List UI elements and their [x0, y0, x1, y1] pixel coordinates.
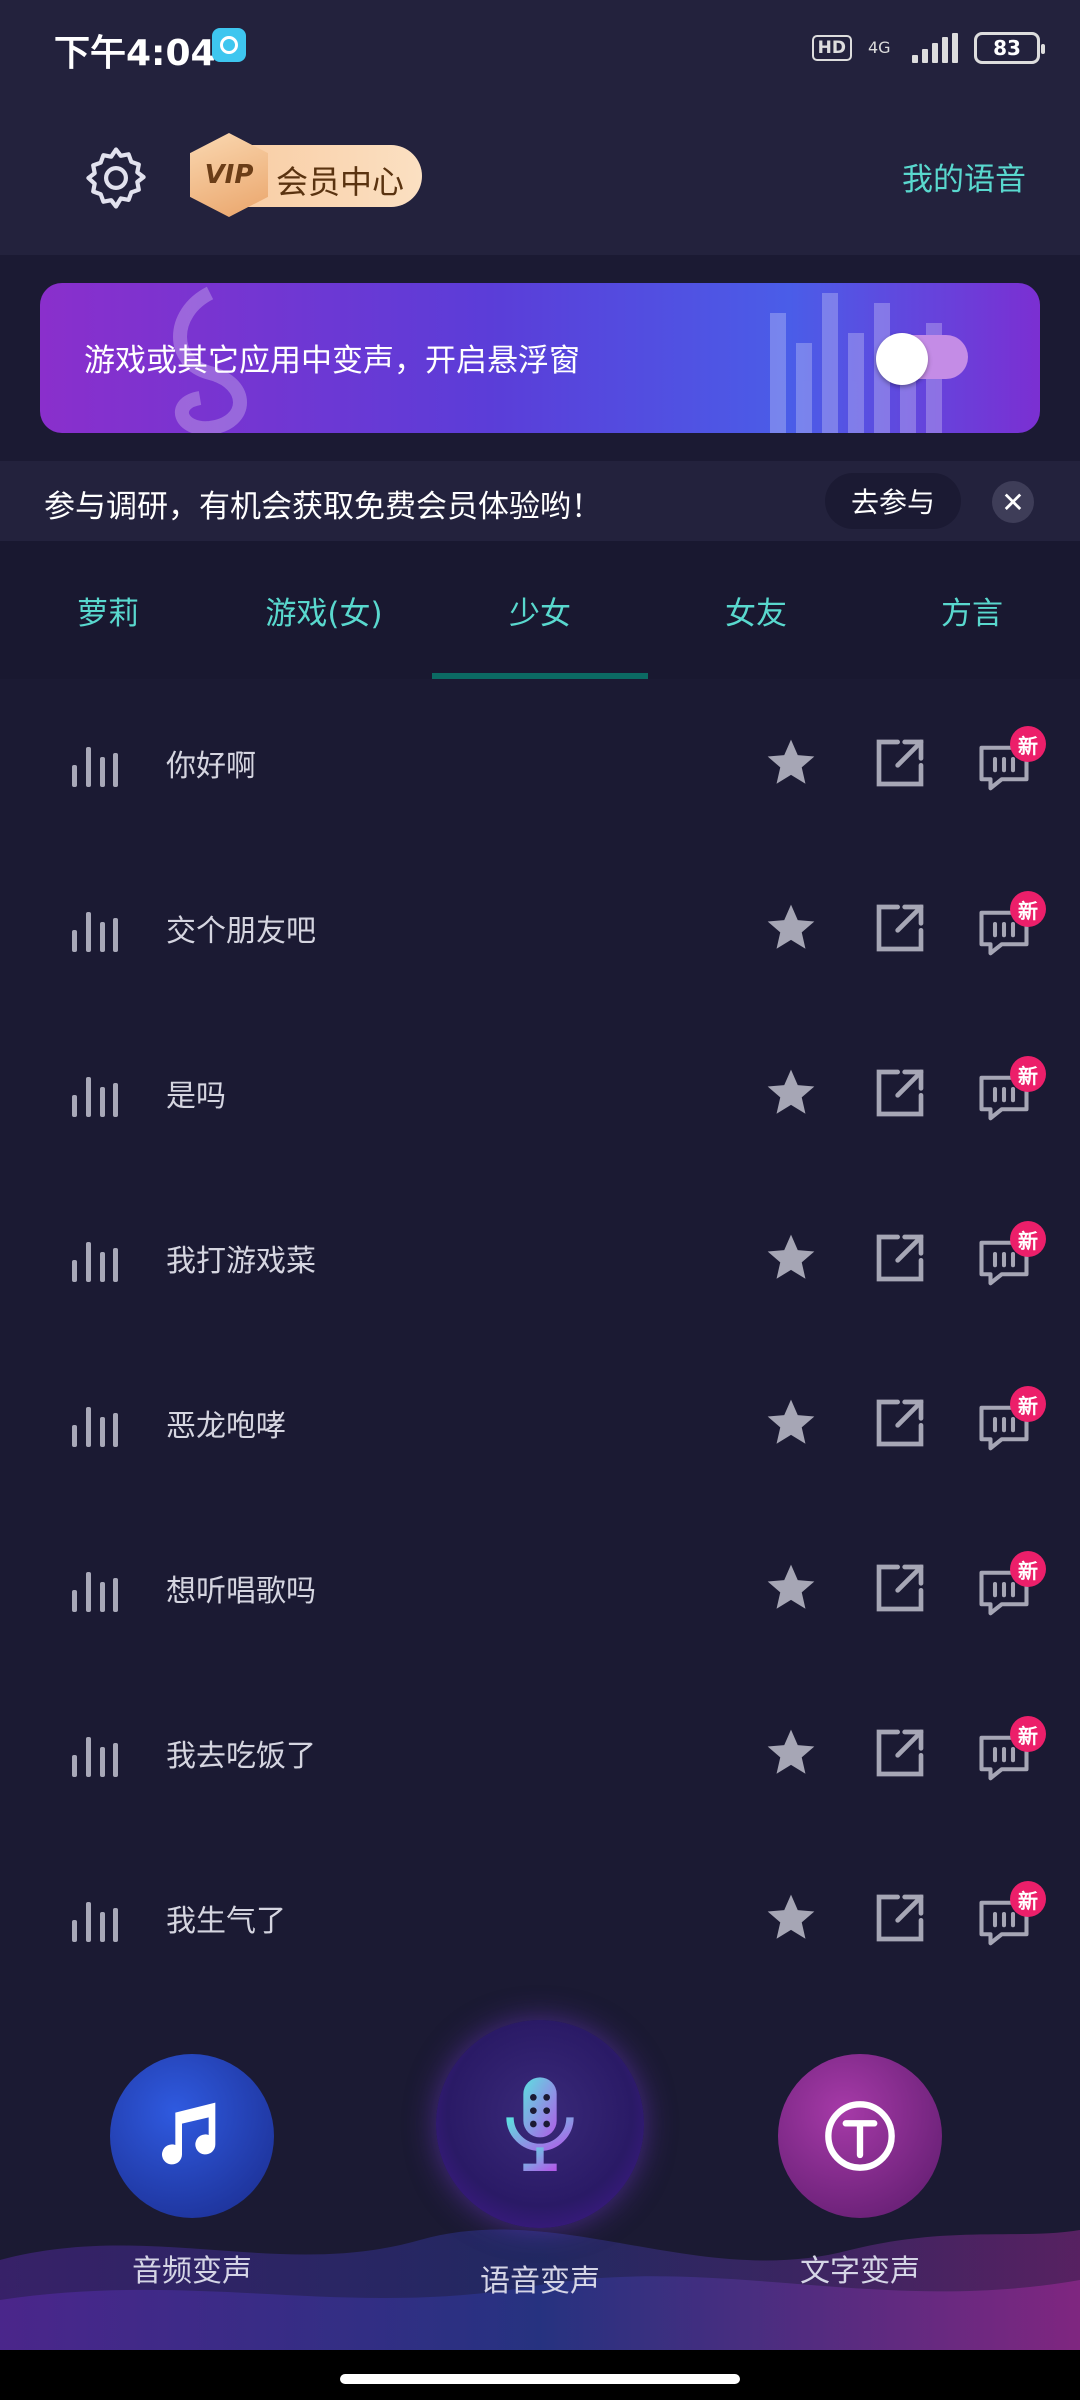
voice-text: 我生气了 [166, 1904, 286, 1939]
share-icon[interactable] [872, 900, 928, 956]
status-time: 下午4:04 [54, 33, 216, 74]
star-icon[interactable] [762, 1395, 820, 1451]
bottom-nav: 音频变声 语音变声 文字变声 [0, 1980, 1080, 2350]
survey-join-button[interactable]: 去参与 [825, 473, 961, 529]
vip-center-button[interactable]: VIP 会员中心 [190, 133, 422, 217]
star-icon[interactable] [762, 1560, 820, 1616]
audio-bars-icon [72, 1564, 118, 1612]
voice-list: 你好啊 新 交个朋友吧 新 是吗 新 我打游戏菜 新 恶龙咆哮 新 想听唱歌吗 … [0, 679, 1080, 1999]
category-tabs: 萝莉 游戏(女) 少女 女友 方言 [0, 541, 1080, 679]
list-item[interactable]: 我去吃饭了 新 [0, 1669, 1080, 1834]
voice-text: 你好啊 [166, 749, 256, 784]
audio-bars-icon [72, 739, 118, 787]
tab-dialect[interactable]: 方言 [864, 541, 1080, 679]
audio-bars-icon [72, 1729, 118, 1777]
status-bar: 下午4:04 HD 4G 83 [0, 0, 1080, 100]
gear-icon [86, 147, 146, 209]
new-badge: 新 [1010, 1386, 1046, 1422]
new-badge: 新 [1010, 1881, 1046, 1917]
share-icon[interactable] [872, 1395, 928, 1451]
star-icon[interactable] [762, 1890, 820, 1946]
share-icon[interactable] [872, 1560, 928, 1616]
microphone-icon [436, 2020, 644, 2228]
audio-bars-icon [72, 1069, 118, 1117]
hd-icon: HD [811, 35, 852, 61]
list-item[interactable]: 交个朋友吧 新 [0, 844, 1080, 1009]
float-window-text: 游戏或其它应用中变声，开启悬浮窗 [84, 343, 580, 379]
close-icon[interactable]: ✕ [992, 481, 1034, 523]
signal-icon [912, 33, 958, 63]
my-voice-link[interactable]: 我的语音 [902, 154, 1026, 199]
new-badge: 新 [1010, 1716, 1046, 1752]
voice-change-label: 语音变声 [480, 2264, 600, 2299]
tab-girl[interactable]: 少女 [432, 541, 648, 679]
new-badge: 新 [1010, 891, 1046, 927]
share-icon[interactable] [872, 1725, 928, 1781]
home-indicator[interactable] [340, 2374, 740, 2384]
new-badge: 新 [1010, 1056, 1046, 1092]
float-window-banner[interactable]: 游戏或其它应用中变声，开启悬浮窗 [40, 283, 1040, 433]
list-item[interactable]: 恶龙咆哮 新 [0, 1339, 1080, 1504]
voice-text: 交个朋友吧 [166, 914, 316, 949]
vip-badge-icon: VIP [190, 133, 268, 217]
voice-change-nav[interactable]: 语音变声 [436, 2020, 644, 2300]
star-icon[interactable] [762, 1065, 820, 1121]
settings-button[interactable] [80, 142, 152, 214]
survey-text: 参与调研，有机会获取免费会员体验哟！ [44, 489, 602, 525]
text-change-label: 文字变声 [800, 2254, 920, 2289]
share-icon[interactable] [872, 1230, 928, 1286]
top-bar: VIP 会员中心 我的语音 [0, 100, 1080, 255]
star-icon[interactable] [762, 1725, 820, 1781]
tab-luoli[interactable]: 萝莉 [0, 541, 216, 679]
list-item[interactable]: 想听唱歌吗 新 [0, 1504, 1080, 1669]
music-note-icon [110, 2054, 274, 2218]
voice-text: 是吗 [166, 1079, 226, 1114]
star-icon[interactable] [762, 900, 820, 956]
new-badge: 新 [1010, 1551, 1046, 1587]
share-icon[interactable] [872, 1890, 928, 1946]
audio-change-nav[interactable]: 音频变声 [110, 2054, 274, 2290]
text-change-nav[interactable]: 文字变声 [778, 2054, 942, 2290]
audio-bars-icon [72, 1399, 118, 1447]
float-window-toggle[interactable] [876, 333, 968, 385]
voice-text: 恶龙咆哮 [166, 1409, 286, 1444]
status-indicators: HD 4G 83 [811, 30, 1045, 66]
audio-bars-icon [72, 904, 118, 952]
new-badge: 新 [1010, 726, 1046, 762]
voice-text: 我打游戏菜 [166, 1244, 316, 1279]
toggle-knob [876, 333, 928, 385]
star-icon[interactable] [762, 1230, 820, 1286]
share-icon[interactable] [872, 1065, 928, 1121]
survey-bar: 参与调研，有机会获取免费会员体验哟！ 去参与 ✕ [0, 461, 1080, 541]
voice-text: 想听唱歌吗 [166, 1574, 316, 1609]
audio-bars-icon [72, 1234, 118, 1282]
network-type: 4G [868, 38, 891, 57]
list-item[interactable]: 我生气了 新 [0, 1834, 1080, 1999]
list-item[interactable]: 是吗 新 [0, 1009, 1080, 1174]
new-badge: 新 [1010, 1221, 1046, 1257]
share-icon[interactable] [872, 735, 928, 791]
vip-center-label: 会员中心 [276, 163, 405, 201]
voice-text: 我去吃饭了 [166, 1739, 316, 1774]
list-item[interactable]: 我打游戏菜 新 [0, 1174, 1080, 1339]
audio-bars-icon [72, 1894, 118, 1942]
list-item[interactable]: 你好啊 新 [0, 679, 1080, 844]
battery-icon: 83 [974, 32, 1045, 64]
audio-change-label: 音频变声 [132, 2254, 252, 2289]
star-icon[interactable] [762, 735, 820, 791]
tab-girlfriend[interactable]: 女友 [648, 541, 864, 679]
tab-game-female[interactable]: 游戏(女) [216, 541, 432, 679]
text-t-icon [778, 2054, 942, 2218]
app-notification-icon [212, 28, 246, 62]
